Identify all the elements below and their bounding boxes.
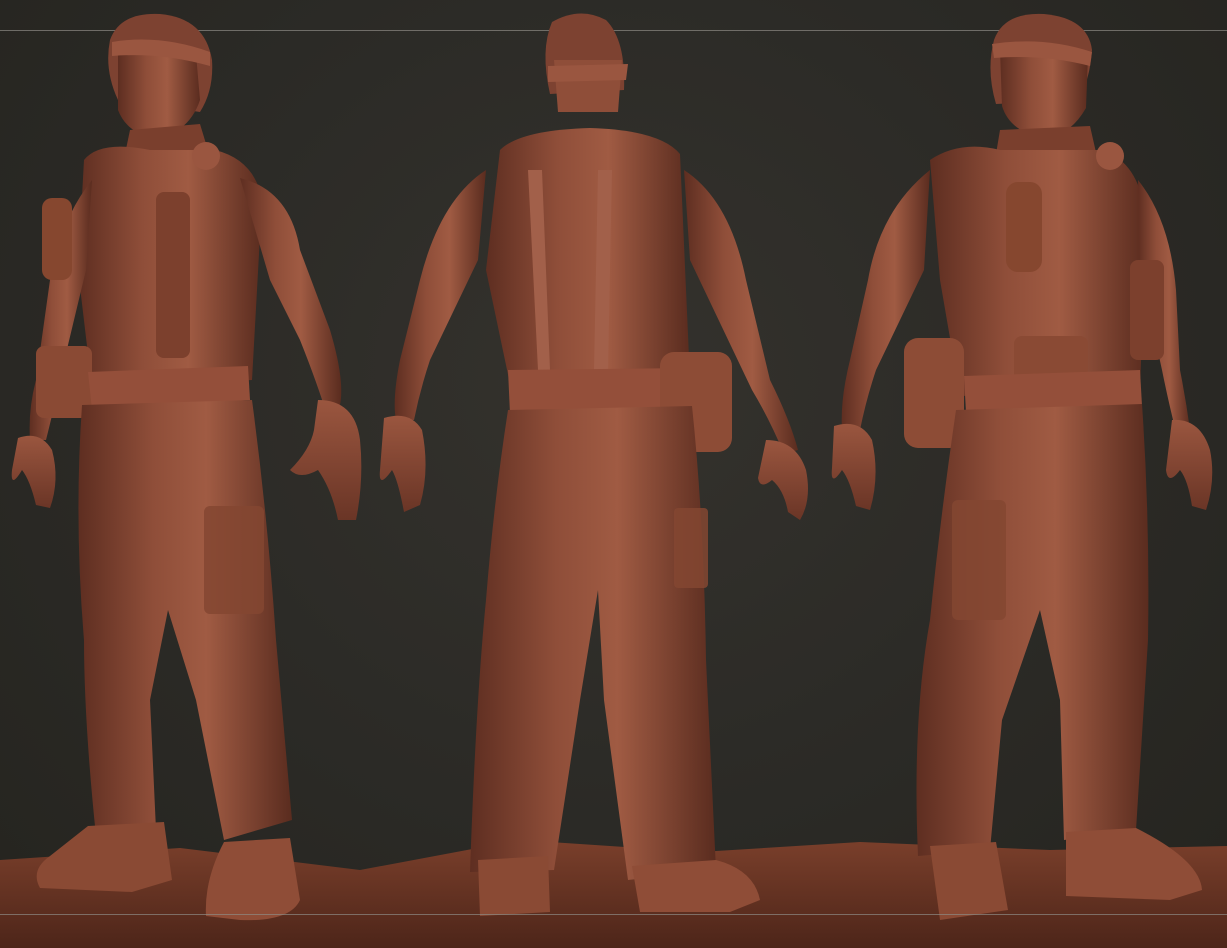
figure-front-right [831,13,1213,920]
viewport-bottom-guide [0,914,1227,915]
sculpt-viewport [0,0,1227,948]
floor-plane [0,840,1227,948]
figure-back [379,13,808,916]
sculpt-render [0,13,1227,948]
figure-front-left [11,13,362,921]
